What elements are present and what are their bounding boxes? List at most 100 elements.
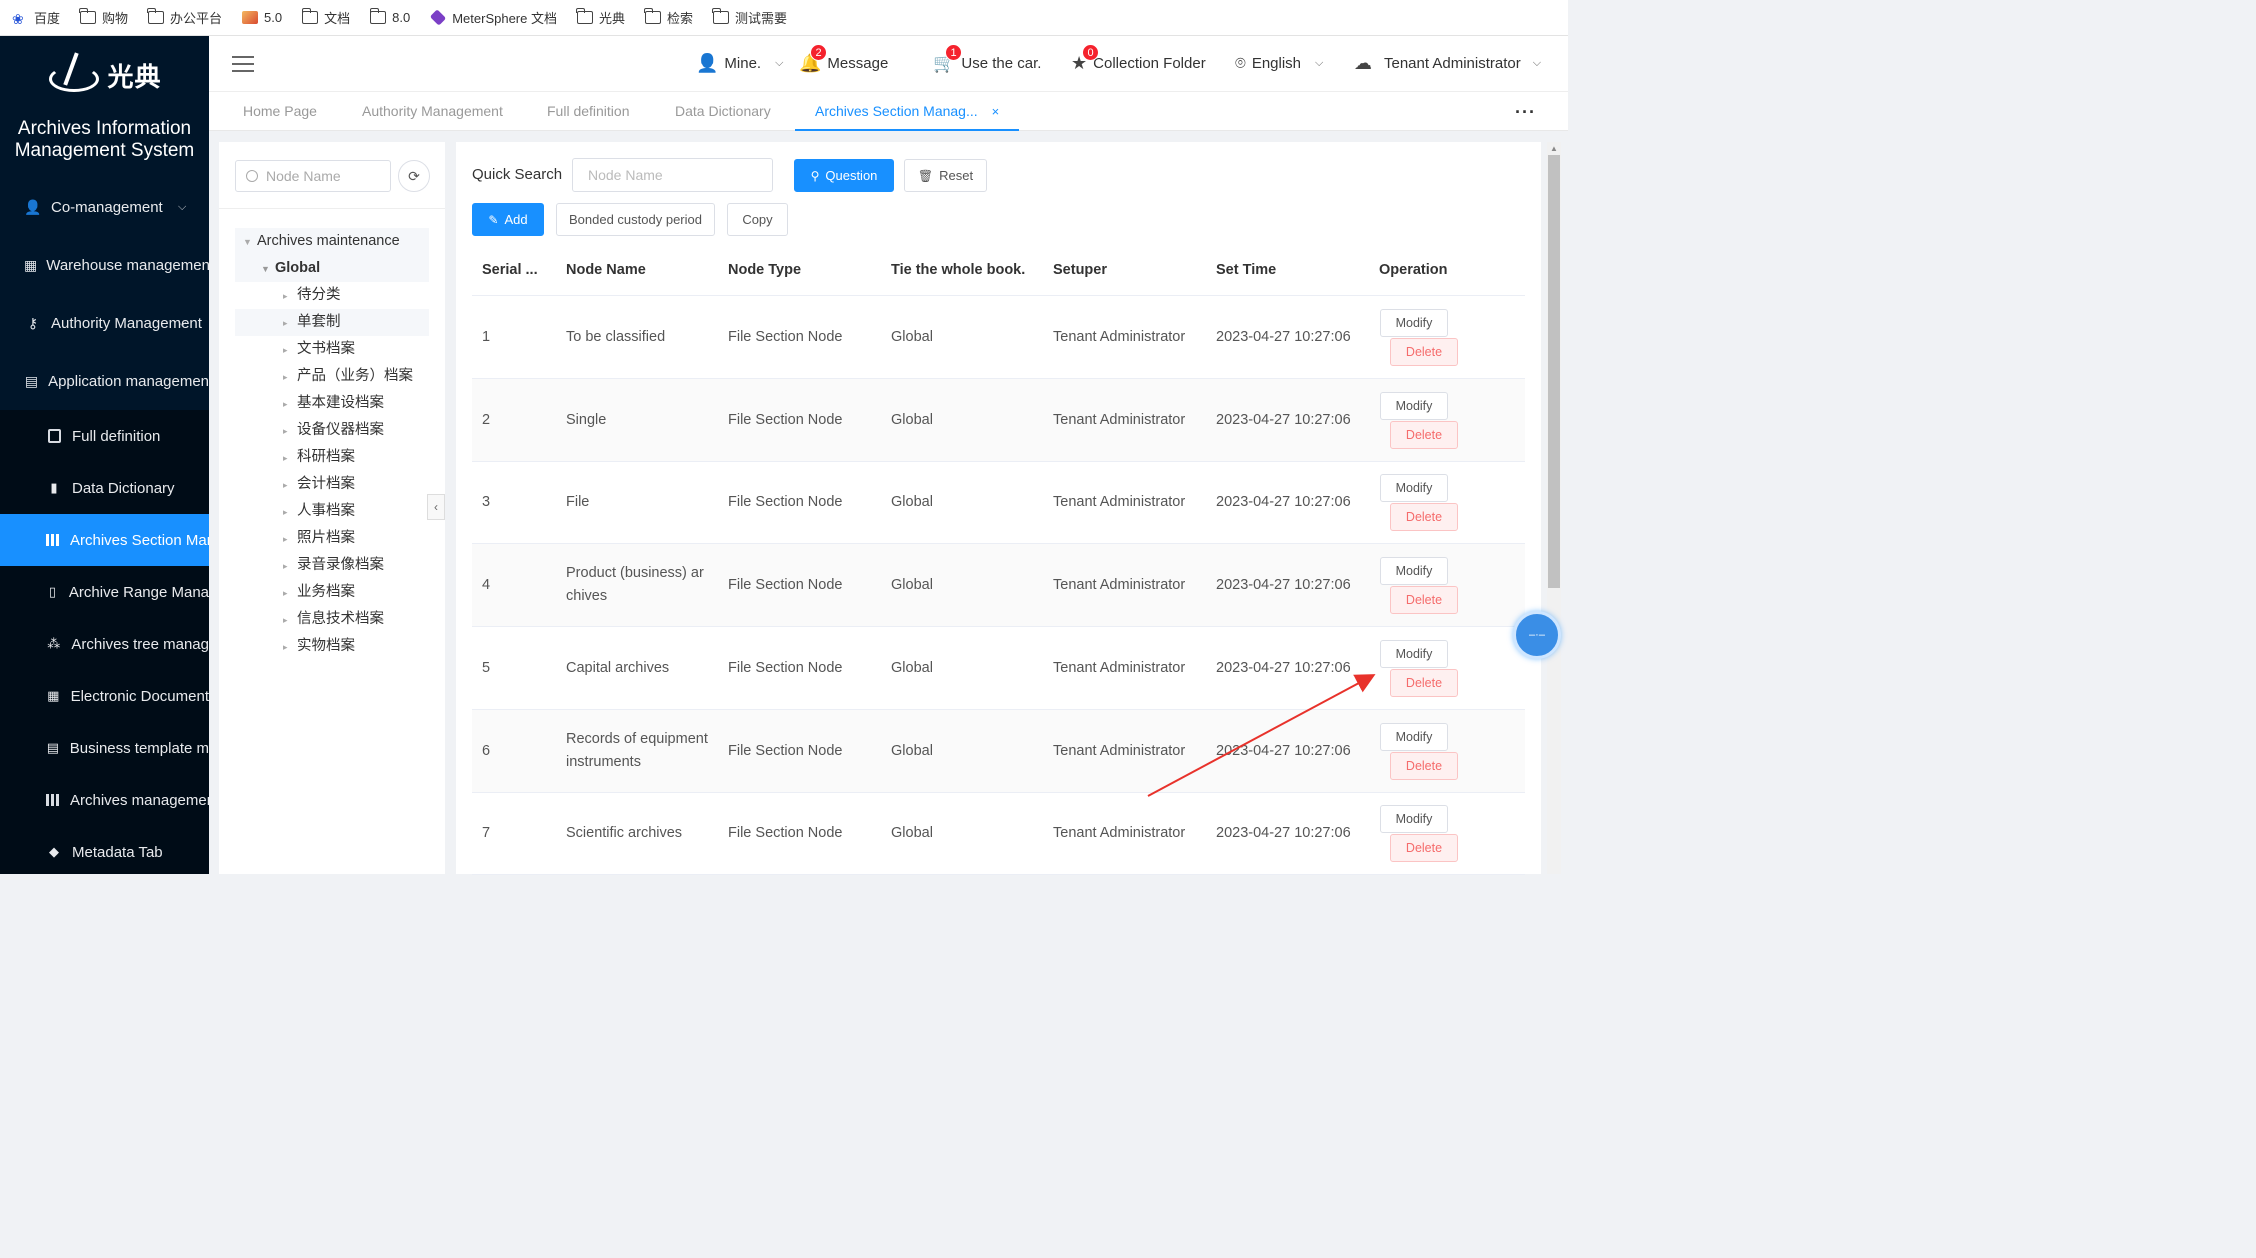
caret-right-icon: ▸ <box>283 345 288 355</box>
tree-node-child[interactable]: ▸ 设备仪器档案 <box>235 417 429 444</box>
add-button[interactable]: ✎ Add <box>472 203 544 236</box>
delete-button[interactable]: Delete <box>1390 503 1458 532</box>
submenu-metadata-tab[interactable]: ◆ Metadata Tab <box>0 826 209 874</box>
bonded-custody-button[interactable]: Bonded custody period <box>556 203 715 236</box>
submenu-archives-section[interactable]: Archives Section Man <box>0 514 209 566</box>
tree-node-child[interactable]: ▸ 待分类 <box>235 282 429 309</box>
folder-icon <box>712 8 730 24</box>
tree-node-child[interactable]: ▸ 文书档案 <box>235 336 429 363</box>
delete-button[interactable]: Delete <box>1390 420 1458 449</box>
delete-button[interactable]: Delete <box>1390 751 1458 780</box>
tab-archives-section[interactable]: Archives Section Manag... × <box>795 92 1020 131</box>
submenu-full-definition[interactable]: Full definition <box>0 410 209 462</box>
submenu-business-template[interactable]: ▤ Business template m <box>0 722 209 774</box>
copy-button[interactable]: Copy <box>727 203 788 236</box>
tree-node-global[interactable]: ▼ Global <box>235 255 429 282</box>
scroll-up-arrow-icon[interactable]: ▲ <box>1550 144 1558 153</box>
cell-set-time: 2023-04-27 10:27:06 <box>1216 742 1351 759</box>
bookmark-docs[interactable]: 文档 <box>301 8 350 27</box>
template-icon: ▤ <box>46 740 60 755</box>
node-name-search-input[interactable]: Node Name <box>572 158 773 192</box>
collapse-panel-icon[interactable]: ‹ <box>427 494 445 520</box>
bookmark-8-0[interactable]: 8.0 <box>369 8 410 25</box>
column-header-setuper: Setuper <box>1053 262 1107 278</box>
modify-button[interactable]: Modify <box>1380 309 1448 337</box>
cell-tie: Global <box>891 742 933 759</box>
tab-data-dictionary[interactable]: Data Dictionary <box>675 92 771 131</box>
tab-home-page[interactable]: Home Page <box>243 92 317 131</box>
tree-node-child[interactable]: ▸ 会计档案 <box>235 471 429 498</box>
sidebar: 光典 Archives Information Management Syste… <box>0 36 209 874</box>
question-button[interactable]: ⚲ Question <box>794 159 894 192</box>
submenu-electronic-document[interactable]: ▦ Electronic Document <box>0 670 209 722</box>
tree-node-child[interactable]: ▸ 基本建设档案 <box>235 390 429 417</box>
cell-set-time: 2023-04-27 10:27:06 <box>1216 577 1351 594</box>
refresh-icon[interactable]: ⟳ <box>398 160 430 192</box>
cell-set-time: 2023-04-27 10:27:06 <box>1216 659 1351 676</box>
modify-button[interactable]: Modify <box>1380 391 1448 420</box>
floating-assistant-icon[interactable]: –·– <box>1513 611 1561 659</box>
submenu-archives-tree[interactable]: ⁂ Archives tree manag <box>0 618 209 670</box>
folder-icon <box>79 8 97 24</box>
delete-button[interactable]: Delete <box>1390 668 1458 697</box>
menu-co-management[interactable]: 👤 Co-management ⌵ <box>0 178 209 236</box>
menu-authority[interactable]: ⚷ Authority Management ⌵ <box>0 294 209 352</box>
cell-setuper: Tenant Administrator <box>1053 329 1186 345</box>
bookmark-5-0[interactable]: 5.0 <box>242 10 282 25</box>
delete-button[interactable]: Delete <box>1390 834 1458 863</box>
cell-node-type: File Section Node <box>728 329 843 345</box>
delete-button[interactable]: Delete <box>1390 586 1458 615</box>
user-dropdown[interactable]: ☁ Tenant Administrator ⌵ <box>1354 36 1541 91</box>
bookmark-metersphere[interactable]: MeterSphere 文档 <box>430 8 557 27</box>
scrollbar-thumb[interactable] <box>1548 155 1560 588</box>
submenu-data-dictionary[interactable]: ▮ Data Dictionary <box>0 462 209 514</box>
tab-full-definition[interactable]: Full definition <box>547 92 630 131</box>
table-row: 4 Product (business) archives File Section… <box>472 544 1525 628</box>
tree-node-child[interactable]: ▸ 单套制 <box>235 309 429 336</box>
modify-button[interactable]: Modify <box>1380 557 1448 586</box>
language-dropdown[interactable]: ⌾ English ⌵ <box>1235 36 1323 91</box>
tree-node-child[interactable]: ▸ 科研档案 <box>235 444 429 471</box>
application-submenu: Full definition ▮ Data Dictionary Archive… <box>0 410 209 874</box>
tree-node-child[interactable]: ▸ 产品（业务）档案 <box>235 363 429 390</box>
bookmark-office[interactable]: 办公平台 <box>147 8 222 27</box>
message-button[interactable]: 🔔 Message <box>799 36 888 91</box>
modify-button[interactable]: Modify <box>1380 722 1448 751</box>
tree-node-child[interactable]: ▸ 录音录像档案 <box>235 552 429 579</box>
modify-button[interactable]: Modify <box>1380 474 1448 503</box>
column-header-serial: Serial ... <box>482 262 538 278</box>
cell-serial: 2 <box>482 411 491 428</box>
tab-authority-management[interactable]: Authority Management <box>362 92 503 131</box>
top-header: 👤 Mine. ⌵ 🔔 Message 2 🛒 Use the car. 1 ★ Coll… <box>209 36 1568 91</box>
mine-dropdown[interactable]: 👤 Mine. ⌵ <box>696 36 783 91</box>
tree-node-child[interactable]: ▸ 业务档案 <box>235 579 429 606</box>
hamburger-menu-icon[interactable] <box>232 56 254 72</box>
menu-warehouse[interactable]: ▦ Warehouse managemen <box>0 236 209 294</box>
tree-node-root[interactable]: ▼ Archives maintenance <box>235 228 429 255</box>
submenu-archive-range[interactable]: ▯ Archive Range Mana <box>0 566 209 618</box>
trash-icon: 🗑 <box>917 168 934 183</box>
cell-setuper: Tenant Administrator <box>1053 494 1186 511</box>
building-icon: ▦ <box>24 256 38 273</box>
tree-node-child[interactable]: ▸ 实物档案 <box>235 633 429 660</box>
more-options-icon[interactable]: ··· <box>1515 102 1536 123</box>
bookmark-baidu[interactable]: ❀ 百度 <box>12 8 60 27</box>
submenu-archives-management[interactable]: Archives managemer <box>0 774 209 826</box>
bookmark-test[interactable]: 测试需要 <box>712 8 787 27</box>
caret-right-icon: ▸ <box>283 561 288 571</box>
bookmark-guangdian[interactable]: 光典 <box>576 8 625 27</box>
delete-button[interactable]: Delete <box>1390 338 1458 366</box>
tree-search-input[interactable]: Node Name <box>235 160 391 192</box>
modify-button[interactable]: Modify <box>1380 805 1448 834</box>
tree-node-child[interactable]: ▸ 人事档案 <box>235 498 429 525</box>
folder-icon <box>644 8 661 24</box>
bookmark-search[interactable]: 检索 <box>644 8 693 27</box>
menu-application[interactable]: ▤ Application managemen <box>0 352 209 410</box>
bookmark-shopping[interactable]: 购物 <box>79 8 128 27</box>
caret-right-icon: ▸ <box>283 534 288 544</box>
reset-button[interactable]: 🗑 Reset <box>904 159 987 192</box>
close-icon[interactable]: × <box>992 104 1000 119</box>
tree-node-child[interactable]: ▸ 信息技术档案 <box>235 606 429 633</box>
modify-button[interactable]: Modify <box>1380 639 1448 668</box>
tree-node-child[interactable]: ▸ 照片档案 <box>235 525 429 552</box>
